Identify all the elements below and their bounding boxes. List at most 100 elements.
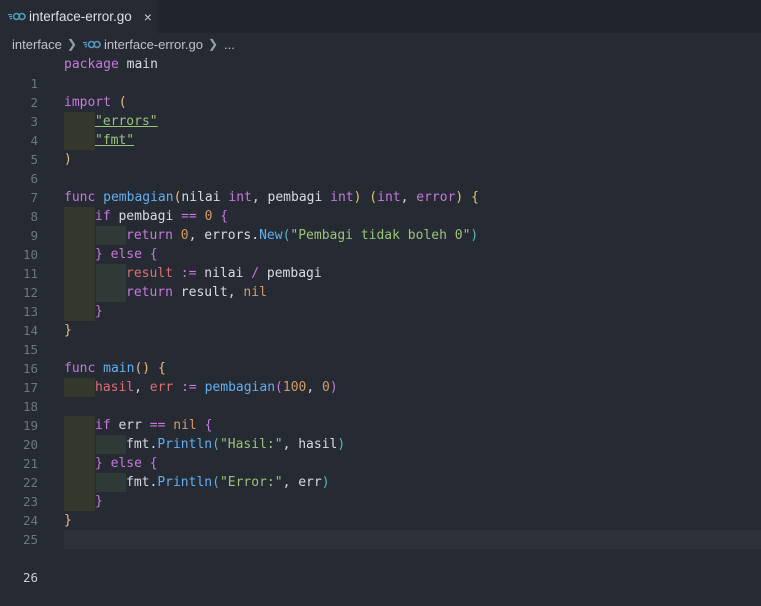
breadcrumb: interface ❯ interface-error.go ❯ ... (0, 33, 761, 55)
constant: nil (173, 418, 197, 433)
string-literal: "fmt" (95, 133, 135, 148)
indent-guide (64, 492, 95, 511)
bracket: ( (212, 437, 220, 452)
identifier: fmt (126, 437, 150, 452)
identifier: hasil (298, 437, 338, 452)
indent-guide (64, 112, 95, 131)
code-line[interactable]: 12 result := nilai / pembagi (0, 264, 761, 300)
code-line[interactable]: 18 hasil, err := pembagian(100, 0) (0, 378, 761, 414)
code-line[interactable]: 23 fmt.Println("Error:", err) (0, 473, 761, 509)
string-literal: "Hasil:" (219, 437, 283, 452)
chevron-right-icon: ❯ (207, 37, 218, 51)
bracket: ) (337, 437, 346, 452)
number-literal: 0 (180, 228, 189, 243)
bracket: } (95, 456, 103, 471)
keyword: return (126, 228, 173, 243)
bracket: } (64, 323, 72, 338)
code-line[interactable]: 13 return result, nil (0, 283, 761, 319)
indent-guide (64, 283, 95, 302)
indent-guide (64, 207, 95, 226)
code-line[interactable]: 24 } (0, 492, 761, 528)
bracket: ( (369, 190, 378, 205)
punctuation: , (400, 190, 409, 205)
number-literal: 100 (282, 380, 307, 395)
code-line[interactable]: 11 } else { (0, 245, 761, 281)
code-line[interactable]: 5 "fmt" (0, 131, 761, 167)
punctuation: , (282, 475, 291, 490)
identifier: nilai (204, 266, 244, 281)
go-file-icon (8, 12, 26, 21)
current-line-highlight (64, 530, 761, 549)
variable: err (149, 380, 174, 395)
bracket: } (95, 304, 103, 319)
bracket: { (157, 361, 166, 376)
punctuation: , (227, 285, 236, 300)
code-line[interactable]: 1 package main (0, 55, 761, 91)
operator: == (149, 418, 166, 433)
function-name: pembagian (103, 190, 174, 205)
indent-guide (64, 473, 95, 492)
bracket: { (204, 418, 213, 433)
bracket: ) (329, 380, 338, 395)
indent-guide (96, 264, 126, 283)
code-editor[interactable]: 1 package main 2 3 import ( 4 "errors" 5… (0, 55, 761, 585)
bracket: ) (455, 190, 464, 205)
tab-bar: interface-error.go × (0, 0, 761, 33)
breadcrumb-folder[interactable]: interface (12, 37, 62, 52)
code-line[interactable]: 3 import ( (0, 93, 761, 129)
code-line[interactable]: 9 if pembagi == 0 { (0, 207, 761, 243)
constant: nil (243, 285, 267, 300)
operator: == (181, 209, 197, 224)
code-line[interactable]: 19 (0, 397, 761, 433)
tab-title: interface-error.go (29, 9, 132, 24)
type: error (416, 190, 456, 205)
code-line[interactable]: 25 } (0, 511, 761, 547)
bracket: { (220, 209, 229, 224)
code-line[interactable]: 17 func main() { (0, 359, 761, 395)
indent-guide (64, 302, 95, 321)
code-line[interactable]: 10 return 0, errors.New("Pembagi tidak b… (0, 226, 761, 262)
type: int (377, 190, 401, 205)
chevron-right-icon: ❯ (66, 37, 77, 51)
string-literal: "Pembagi tidak boleh 0" (290, 228, 471, 243)
keyword: if (95, 418, 111, 433)
keyword: package (64, 57, 119, 72)
bracket: } (95, 494, 103, 509)
function-name: Println (157, 437, 213, 452)
string-literal: "errors" (95, 114, 158, 129)
code-line[interactable]: 2 (0, 74, 761, 110)
close-icon[interactable]: × (141, 10, 155, 24)
go-file-icon (82, 40, 101, 49)
code-line[interactable]: 16 (0, 340, 761, 376)
function-name: pembagian (204, 380, 276, 395)
number-literal: 0 (204, 209, 213, 224)
function-name: main (103, 361, 135, 376)
code-line[interactable]: 15 } (0, 321, 761, 357)
breadcrumb-file[interactable]: interface-error.go (104, 37, 203, 52)
punctuation: , (282, 437, 291, 452)
punctuation: , (134, 380, 142, 395)
bracket: { (149, 456, 158, 471)
code-line[interactable]: 7 (0, 169, 761, 205)
code-line[interactable]: 6 ) (0, 150, 761, 186)
punctuation: , (188, 228, 197, 243)
code-line[interactable]: 8 func pembagian(nilai int, pembagi int)… (0, 188, 761, 224)
bracket: ) (353, 190, 362, 205)
bracket: ) (321, 475, 330, 490)
code-line-current[interactable]: 26 (0, 530, 761, 585)
identifier: result (180, 285, 228, 300)
code-line[interactable]: 20 if err == nil { (0, 416, 761, 452)
code-line[interactable]: 22 } else { (0, 454, 761, 490)
bracket: ) (470, 228, 479, 243)
bracket: ) (64, 152, 72, 167)
code-line[interactable]: 14 } (0, 302, 761, 338)
punctuation: , (306, 380, 315, 395)
bracket: { (149, 247, 158, 262)
punctuation: . (251, 228, 260, 243)
identifier: pembagi (118, 209, 174, 224)
editor-tab-interface-error[interactable]: interface-error.go × (0, 0, 157, 33)
code-line[interactable]: 4 "errors" (0, 112, 761, 148)
code-line[interactable]: 21 fmt.Println("Hasil:", hasil) (0, 435, 761, 471)
keyword: func (64, 190, 96, 205)
breadcrumb-more[interactable]: ... (224, 37, 235, 52)
